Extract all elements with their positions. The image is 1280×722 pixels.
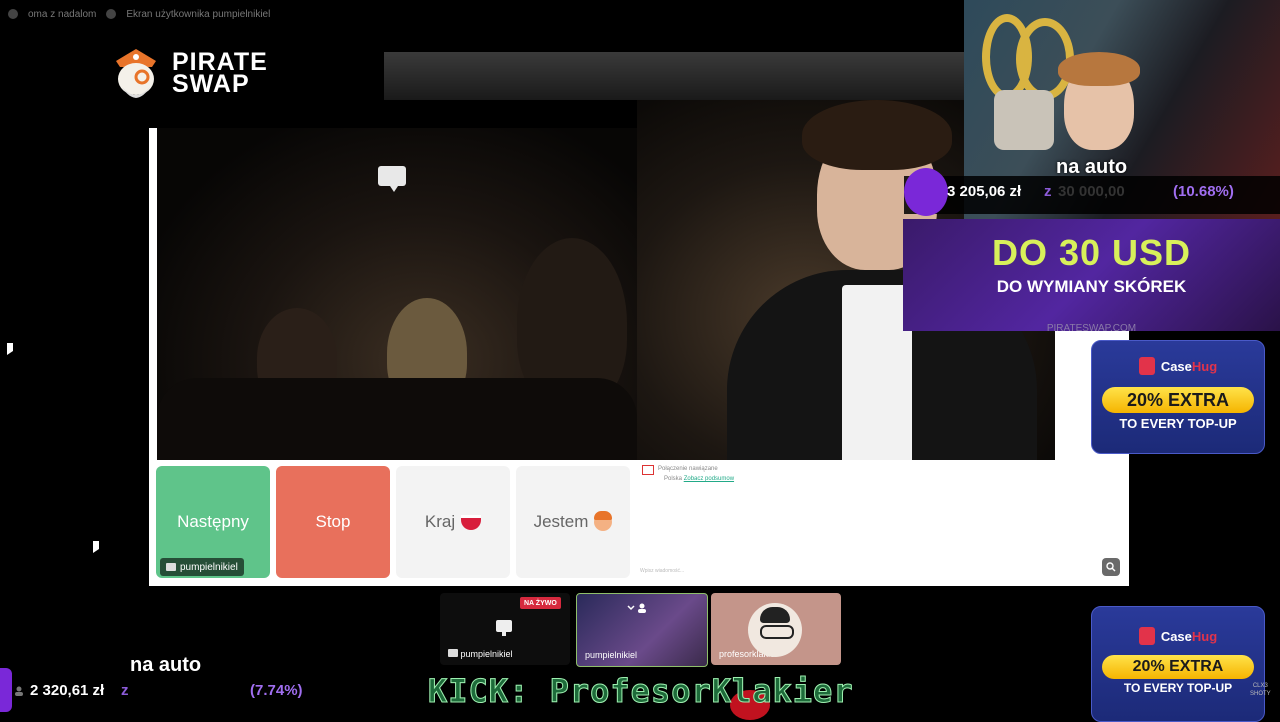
thumbnail-label: pumpielnikiel	[585, 650, 638, 660]
mouse-cursor-icon	[7, 343, 13, 355]
chat-input[interactable]: Wpisz wiadomość...	[640, 568, 684, 574]
header-bar	[384, 52, 966, 100]
goal-target: 30 000,00	[1058, 183, 1125, 200]
watermark: CLX3 SHOTY	[1250, 683, 1271, 697]
pirate-mascot-icon	[116, 49, 156, 98]
bottom-goal-amount: 2 320,61 zł	[30, 682, 105, 699]
mouse-cursor-icon	[93, 541, 99, 553]
country-button[interactable]: Kraj	[396, 466, 510, 578]
bottom-goal-fill	[0, 668, 12, 712]
magnifier-icon	[1106, 562, 1116, 572]
promo-url: PIRATESWAP.COM	[1046, 323, 1137, 334]
goal-z-separator: z	[1044, 183, 1052, 200]
thumbnail-label: pumpielnikiel	[448, 649, 513, 659]
goal-percent: (10.68%)	[1173, 183, 1234, 200]
casehug-logo-icon	[1138, 627, 1155, 645]
top-breadcrumb: oma z nadalom Ekran użytkownika pumpieln…	[8, 6, 270, 22]
ad-subtext: TO EVERY TOP-UP	[1119, 416, 1237, 431]
goal-amount: 3 205,06 zł	[947, 183, 1022, 200]
logo-text: PIRATE SWAP	[172, 48, 268, 98]
poland-flag-icon	[461, 514, 482, 530]
ad-subtext: TO EVERY TOP-UP	[1123, 681, 1233, 695]
live-badge: NA ŻYWO	[520, 597, 561, 609]
casehug-logo: CaseHug	[1092, 627, 1264, 645]
screen-owner-tag: pumpielnikiel	[160, 558, 244, 576]
pirateswap-logo: PIRATE SWAP	[108, 42, 288, 104]
casehug-ad: CaseHug 20% EXTRA TO EVERY TOP-UP	[1091, 606, 1265, 722]
users-icon	[15, 686, 23, 696]
bottom-goal-percent: (7.74%)	[250, 682, 303, 699]
warning-icon	[642, 465, 654, 475]
breadcrumb-right-text: Ekran użytkownika pumpielnikiel	[126, 8, 271, 20]
bottom-goal-caption: na auto	[130, 654, 202, 676]
breadcrumb-left-text: oma z nadalom	[28, 8, 97, 20]
ad-pill: 20% EXTRA	[1102, 655, 1254, 679]
avatar-icon	[106, 9, 117, 19]
pin-users-icon	[627, 600, 649, 613]
casehug-ad: CaseHug 20% EXTRA TO EVERY TOP-UP	[1091, 340, 1265, 454]
promo-headline: DO 30 USD	[991, 232, 1192, 273]
chat-bubble-icon	[378, 166, 406, 192]
ad-pill: 20% EXTRA	[1102, 387, 1254, 413]
promo-subline: DO WYMIANY SKÓREK	[996, 277, 1187, 296]
summary-link[interactable]: Zobacz podsumow	[684, 476, 734, 482]
monitor-icon	[166, 563, 176, 571]
chat-system-message: Połączenie nawiązane Polska Zobacz podsu…	[642, 465, 734, 484]
casehug-logo-icon	[1138, 357, 1155, 375]
bottom-goal-z: z	[121, 682, 129, 699]
thumbnail-camera[interactable]: pumpielnikiel	[576, 593, 708, 667]
boy-emoji-icon	[594, 511, 613, 531]
gender-button[interactable]: Jestem	[516, 466, 630, 578]
kick-channel-banner: KICK: ProfesorKlakier	[428, 672, 854, 711]
stop-button[interactable]: Stop	[276, 466, 390, 578]
screen-share-icon	[496, 620, 512, 636]
casehug-logo: CaseHug	[1092, 357, 1264, 375]
profile-avatar	[748, 603, 802, 657]
zoom-button[interactable]	[1102, 558, 1120, 576]
goal-progress-fill	[904, 168, 948, 216]
monitor-icon	[448, 649, 458, 657]
sound-icon	[8, 9, 18, 19]
